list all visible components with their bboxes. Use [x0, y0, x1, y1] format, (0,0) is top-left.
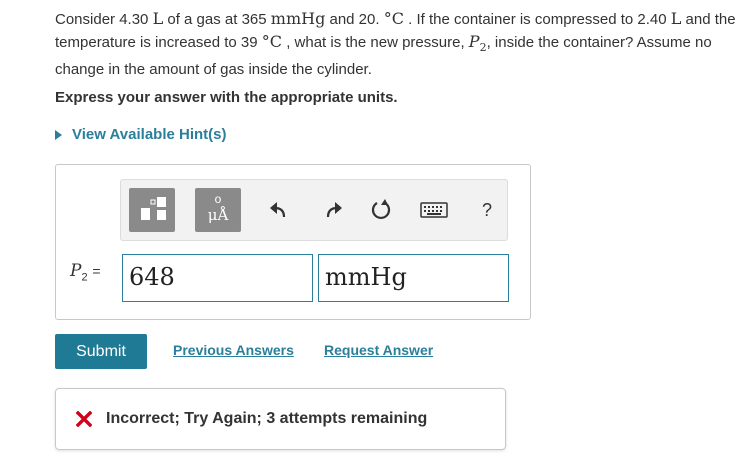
caret-right-icon	[55, 129, 62, 140]
help-button[interactable]: ?	[475, 198, 499, 222]
units-button[interactable]: o μÅ	[195, 188, 241, 232]
answer-panel: o μÅ ? P2 = 648 mmHg	[55, 164, 531, 320]
hint-label: View Available Hint(s)	[72, 126, 227, 143]
view-hints-link[interactable]: View Available Hint(s)	[55, 126, 227, 143]
templates-button[interactable]	[129, 188, 175, 232]
question-text: Consider 4.30 L of a gas at 365 mmHg and…	[55, 9, 736, 79]
keyboard-icon	[420, 202, 448, 218]
keyboard-button[interactable]	[419, 198, 449, 222]
request-answer-link[interactable]: Request Answer	[324, 342, 433, 358]
templates-icon	[141, 197, 166, 220]
feedback-box: Incorrect; Try Again; 3 attempts remaini…	[55, 388, 506, 450]
units-button-label: μÅ	[207, 206, 229, 224]
reset-icon	[371, 199, 391, 220]
instruction-text: Express your answer with the appropriate…	[55, 89, 398, 106]
feedback-message: Incorrect; Try Again; 3 attempts remaini…	[106, 410, 428, 427]
error-x-icon	[76, 411, 92, 427]
submit-button[interactable]: Submit	[55, 334, 147, 369]
reset-button[interactable]	[369, 198, 393, 222]
undo-button[interactable]	[267, 198, 291, 222]
lhs-variable: P	[70, 261, 82, 281]
help-label: ?	[481, 199, 492, 220]
equals-sign: =	[92, 263, 101, 279]
previous-answers-link[interactable]: Previous Answers	[173, 342, 294, 358]
redo-icon	[326, 202, 342, 218]
value-input[interactable]: 648	[122, 254, 313, 302]
lhs-subscript: 2	[81, 271, 88, 284]
answer-lhs: P2 =	[70, 261, 101, 283]
ring-icon: o	[214, 192, 222, 206]
units-input[interactable]: mmHg	[318, 254, 509, 302]
redo-button[interactable]	[321, 198, 345, 222]
math-toolbar: o μÅ ?	[120, 179, 508, 241]
undo-icon	[270, 202, 286, 218]
